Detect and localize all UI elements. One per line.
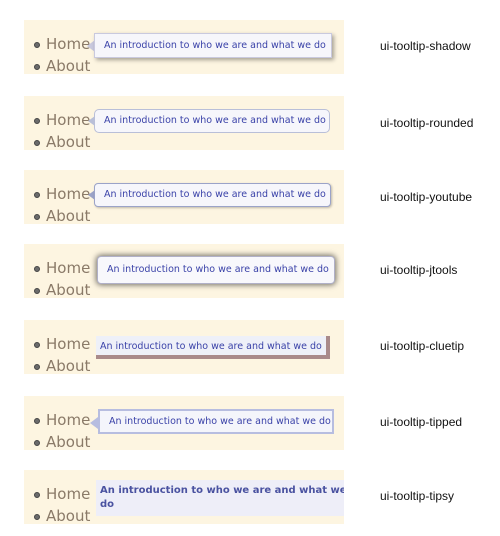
nav-home-label: Home: [46, 35, 91, 53]
tooltip-rounded: An introduction to who we are and what w…: [94, 109, 330, 133]
bullet-icon: [34, 140, 40, 146]
tooltip-shadow: An introduction to who we are and what w…: [94, 33, 332, 58]
nav-about-label: About: [46, 357, 91, 374]
bullet-icon: [34, 214, 40, 220]
nav-home-label: Home: [46, 259, 91, 277]
nav-home-label: Home: [46, 111, 91, 129]
tooltip-arrow-icon: [90, 417, 98, 429]
demo-caption-tipsy: ui-tooltip-tipsy: [380, 489, 455, 503]
demo-caption-cluetip: ui-tooltip-cluetip: [380, 339, 465, 353]
nav-list: Home About: [34, 184, 90, 224]
demo-shadow: Home About An introduction to who we are…: [24, 20, 344, 74]
nav-list: Home About: [34, 110, 90, 150]
nav-item-home[interactable]: Home: [34, 34, 90, 56]
nav-list: Home About: [34, 34, 90, 74]
demo-caption-youtube: ui-tooltip-youtube: [380, 190, 473, 204]
bullet-icon: [34, 440, 40, 446]
bullet-icon: [34, 418, 40, 424]
bullet-icon: [34, 364, 40, 370]
demo-caption-shadow: ui-tooltip-shadow: [380, 39, 471, 53]
tooltip-tipsy: An introduction to who we are and what w…: [96, 480, 344, 516]
bullet-icon: [34, 64, 40, 70]
nav-list: Home About: [34, 410, 90, 450]
bullet-icon: [34, 266, 40, 272]
demo-tipped: Home About An introduction to who we are…: [24, 396, 344, 450]
nav-home-label: Home: [46, 185, 91, 203]
nav-home-label: Home: [46, 335, 91, 353]
nav-list: Home About: [34, 334, 90, 374]
demo-youtube: Home About An introduction to who we are…: [24, 170, 344, 224]
nav-item-home[interactable]: Home: [34, 258, 90, 280]
bullet-icon: [34, 288, 40, 294]
nav-item-about[interactable]: About: [34, 280, 90, 298]
demo-tipsy: Home About An introduction to who we are…: [24, 470, 344, 524]
nav-item-home[interactable]: Home: [34, 334, 90, 356]
nav-item-about[interactable]: About: [34, 206, 90, 224]
bullet-icon: [34, 192, 40, 198]
nav-home-label: Home: [46, 485, 91, 503]
tooltip-youtube: An introduction to who we are and what w…: [94, 183, 331, 207]
demo-rounded: Home About An introduction to who we are…: [24, 96, 344, 150]
tooltip-jtools: An introduction to who we are and what w…: [97, 256, 335, 284]
demo-caption-tipped: ui-tooltip-tipped: [380, 415, 463, 429]
nav-item-about[interactable]: About: [34, 432, 90, 450]
demo-cluetip: Home About An introduction to who we are…: [24, 320, 344, 374]
nav-item-home[interactable]: Home: [34, 410, 90, 432]
nav-item-home[interactable]: Home: [34, 110, 90, 132]
nav-list: Home About: [34, 484, 90, 524]
nav-item-home[interactable]: Home: [34, 184, 90, 206]
nav-about-label: About: [46, 433, 91, 450]
demo-caption-rounded: ui-tooltip-rounded: [380, 116, 474, 130]
demo-caption-jtools: ui-tooltip-jtools: [380, 263, 458, 277]
nav-item-home[interactable]: Home: [34, 484, 90, 506]
nav-about-label: About: [46, 281, 91, 298]
tooltip-tipped: An introduction to who we are and what w…: [98, 409, 334, 434]
nav-home-label: Home: [46, 411, 91, 429]
demo-jtools: Home About An introduction to who we are…: [24, 244, 344, 298]
bullet-icon: [34, 118, 40, 124]
tooltip-cluetip: An introduction to who we are and what w…: [96, 336, 330, 359]
nav-about-label: About: [46, 133, 91, 150]
bullet-icon: [34, 492, 40, 498]
bullet-icon: [34, 514, 40, 520]
bullet-icon: [34, 42, 40, 48]
nav-about-label: About: [46, 207, 91, 224]
nav-item-about[interactable]: About: [34, 356, 90, 374]
nav-item-about[interactable]: About: [34, 506, 90, 524]
nav-about-label: About: [46, 507, 91, 524]
bullet-icon: [34, 342, 40, 348]
nav-item-about[interactable]: About: [34, 132, 90, 150]
nav-about-label: About: [46, 57, 91, 74]
nav-item-about[interactable]: About: [34, 56, 90, 74]
nav-list: Home About: [34, 258, 90, 298]
